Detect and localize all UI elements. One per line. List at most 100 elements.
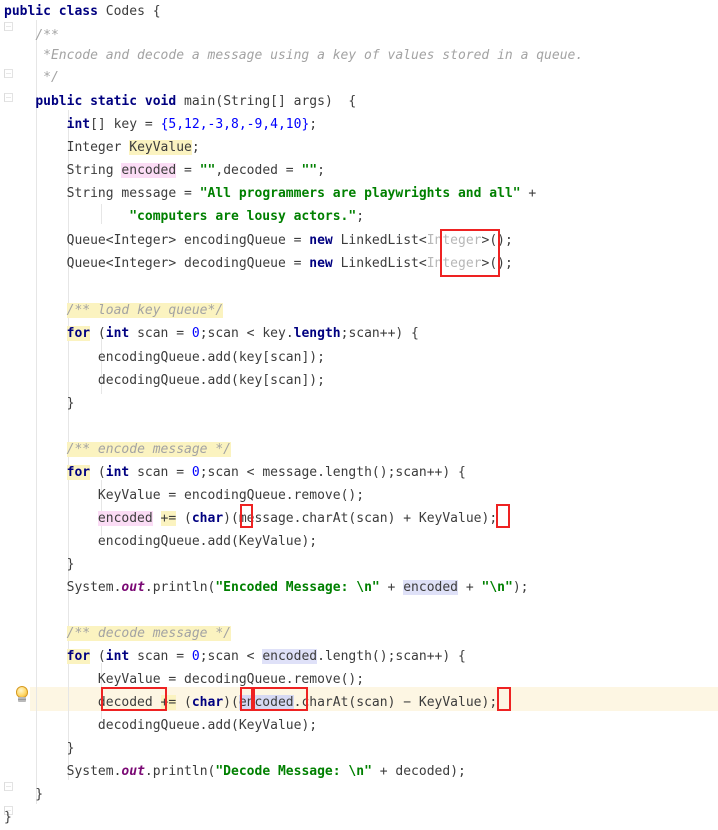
- token-static-field: out: [121, 580, 145, 595]
- code-line[interactable]: Integer KeyValue;: [0, 136, 200, 160]
- code-line[interactable]: }: [0, 783, 43, 807]
- code-line[interactable]: decoded += (char)(encoded.charAt(scan) −…: [0, 691, 497, 715]
- code-line[interactable]: encoded += (char)(message.charAt(scan) +…: [0, 507, 497, 531]
- token-number: 0: [191, 649, 200, 664]
- token-type-argument: Integer: [426, 233, 482, 248]
- token-variable: scan: [207, 326, 239, 341]
- token-variable: key: [262, 326, 286, 341]
- token-variable: decoded: [395, 764, 451, 779]
- token-variable: message: [238, 511, 294, 526]
- token-variable-highlighted: KeyValue: [129, 140, 192, 155]
- code-line[interactable]: Queue<Integer> decodingQueue = new Linke…: [0, 252, 513, 276]
- code-line[interactable]: encodingQueue.add(key[scan]);: [0, 346, 325, 370]
- token-keyword: for: [66, 465, 91, 480]
- token-string: "": [199, 163, 216, 178]
- token-keyword: char: [191, 695, 224, 710]
- token-method: add: [207, 373, 231, 388]
- token-variable: decodingQueue: [97, 718, 200, 733]
- token-type: String: [66, 186, 114, 201]
- code-content[interactable]: public class Codes { /** *Encode and dec…: [0, 0, 718, 825]
- token-variable: key: [238, 373, 263, 388]
- code-line[interactable]: System.out.println("Encoded Message: \n"…: [0, 576, 528, 600]
- code-line[interactable]: public class Codes {: [0, 0, 161, 24]
- code-line[interactable]: }: [0, 553, 75, 577]
- code-line[interactable]: /** load key queue*/: [0, 299, 224, 323]
- token-variable: KeyValue: [418, 511, 482, 526]
- code-line[interactable]: */: [0, 66, 59, 90]
- code-line[interactable]: }: [0, 806, 12, 830]
- code-line[interactable]: "computers are lousy actors.";: [0, 205, 364, 229]
- code-line[interactable]: for (int scan = 0;scan < key.length;scan…: [0, 322, 419, 346]
- code-line[interactable]: /** encode message */: [0, 438, 231, 462]
- token-method: length: [324, 465, 372, 480]
- code-line[interactable]: decodingQueue.add(key[scan]);: [0, 369, 325, 393]
- token-variable: key: [113, 117, 138, 132]
- token-variable: scan: [137, 465, 169, 480]
- token-string: "computers are lousy actors.": [129, 209, 357, 224]
- token-variable: decodingQueue: [184, 256, 286, 271]
- token-keyword: for: [66, 649, 91, 664]
- token-variable: scan: [348, 326, 380, 341]
- token-operator: +=: [160, 511, 177, 526]
- token-method: add: [207, 350, 231, 365]
- token-type: LinkedList: [340, 256, 419, 271]
- token-variable: KeyValue: [97, 672, 161, 687]
- token-variable: encodingQueue: [97, 534, 200, 549]
- token-variable: scan: [356, 695, 388, 710]
- token-string: "": [301, 163, 318, 178]
- token-variable-highlighted: encoded: [121, 163, 177, 178]
- token-method: println: [152, 764, 208, 779]
- token-string: "Decode Message: \n": [215, 764, 372, 779]
- token-variable: scan: [395, 465, 427, 480]
- token-variable-highlighted: encoded: [262, 649, 318, 664]
- token-keyword: new: [309, 233, 333, 248]
- code-line[interactable]: System.out.println("Decode Message: \n" …: [0, 760, 466, 784]
- token-comment: *Encode and decode a message using a key…: [43, 48, 584, 63]
- token-keyword: public: [35, 94, 83, 109]
- token-method: charAt: [301, 695, 349, 710]
- code-line[interactable]: *Encode and decode a message using a key…: [0, 44, 583, 68]
- token-variable: message: [121, 186, 177, 201]
- code-line[interactable]: for (int scan = 0;scan < message.length(…: [0, 461, 466, 485]
- token-variable: key: [238, 350, 263, 365]
- token-comment: */: [43, 70, 59, 85]
- token-variable-boxed: decoded: [97, 695, 153, 710]
- code-line[interactable]: Queue<Integer> encodingQueue = new Linke…: [0, 229, 513, 253]
- token-method-name: main: [184, 94, 216, 109]
- token-operator: +=: [160, 695, 177, 710]
- token-method: remove: [293, 672, 341, 687]
- code-line[interactable]: encodingQueue.add(KeyValue);: [0, 530, 317, 554]
- code-line[interactable]: String encoded = "",decoded = "";: [0, 159, 325, 183]
- code-line[interactable]: /** decode message */: [0, 622, 231, 646]
- token-keyword: int: [105, 649, 130, 664]
- token-type: String: [223, 94, 271, 109]
- token-field: length: [293, 326, 341, 341]
- token-string: "\n": [481, 580, 513, 595]
- token-keyword: public: [4, 4, 51, 19]
- token-type: Queue: [66, 233, 106, 248]
- token-variable: scan: [356, 511, 388, 526]
- code-line[interactable]: int[] key = {5,12,-3,8,-9,4,10};: [0, 113, 317, 137]
- code-line[interactable]: decodingQueue.add(KeyValue);: [0, 714, 317, 738]
- token-variable: scan: [395, 649, 427, 664]
- code-editor[interactable]: public class Codes { /** *Encode and dec…: [0, 0, 718, 825]
- code-line[interactable]: public static void main(String[] args) {: [0, 90, 356, 114]
- code-line[interactable]: KeyValue = decodingQueue.remove();: [0, 668, 364, 692]
- code-line[interactable]: String message = "All programmers are pl…: [0, 182, 537, 206]
- token-string: "Encoded Message: \n": [215, 580, 380, 595]
- token-keyword: int: [66, 117, 91, 132]
- token-class-ref: System: [66, 580, 114, 595]
- token-variable: scan: [207, 465, 239, 480]
- token-variable: scan: [207, 649, 239, 664]
- token-method: remove: [293, 488, 341, 503]
- token-comment: /** load key queue*/: [66, 303, 224, 318]
- code-line[interactable]: for (int scan = 0;scan < encoded.length(…: [0, 645, 466, 669]
- token-param: args: [293, 94, 325, 109]
- code-line[interactable]: }: [0, 392, 75, 416]
- token-variable: encodingQueue: [97, 350, 200, 365]
- token-class-name: Codes: [105, 4, 145, 19]
- code-line[interactable]: KeyValue = encodingQueue.remove();: [0, 484, 364, 508]
- token-variable-highlighted: encoded: [403, 580, 459, 595]
- code-line[interactable]: }: [0, 737, 75, 761]
- token-class-ref: System: [66, 764, 114, 779]
